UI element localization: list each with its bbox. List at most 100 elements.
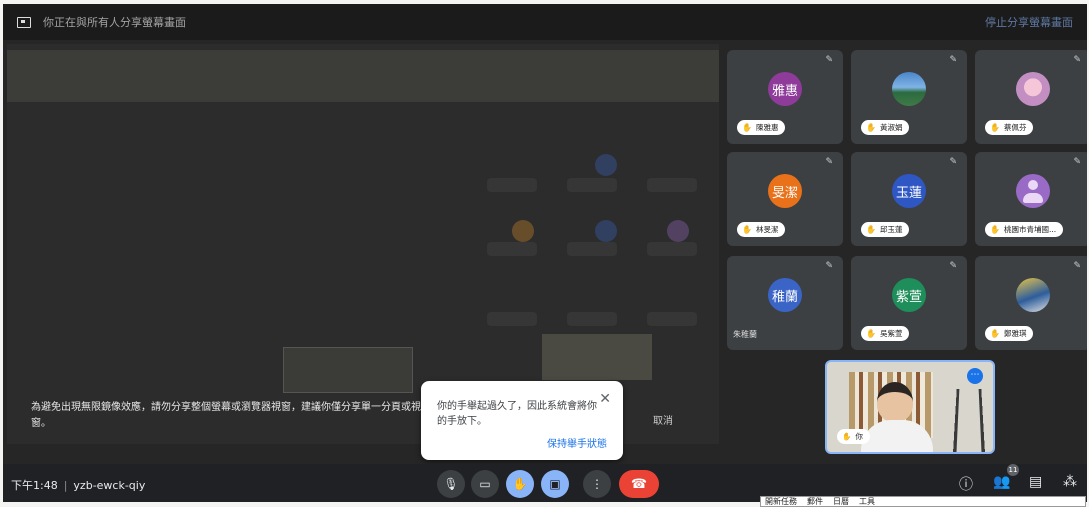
- mirror-tile: [647, 312, 697, 326]
- avatar: 紫萱: [892, 278, 926, 312]
- participant-name: 邱玉蓮: [879, 225, 903, 234]
- raised-hand-badge: ✋ 黃淑娟: [861, 120, 910, 135]
- mirror-self-view: [542, 334, 652, 380]
- participant-tile[interactable]: ✎ ✋ 蔡佩芬: [975, 50, 1087, 144]
- participant-count-badge: 11: [1007, 464, 1019, 476]
- taskbar-item[interactable]: 開新任務: [765, 496, 797, 507]
- participant-name: 鄭雅琪: [1003, 329, 1027, 338]
- avatar: [892, 72, 926, 106]
- pin-icon[interactable]: ✎: [1073, 157, 1081, 167]
- more-vert-icon: ⋮: [591, 477, 603, 491]
- divider: |: [63, 479, 68, 492]
- popup-message: 你的手舉起過久了，因此系統會將你的手放下。: [437, 401, 597, 427]
- hand-icon: ✋: [990, 225, 1000, 234]
- pin-icon[interactable]: ✎: [825, 261, 833, 271]
- default-avatar-icon: [1016, 174, 1050, 208]
- pin-icon[interactable]: ✎: [1073, 55, 1081, 65]
- mirror-header-band: [7, 50, 719, 102]
- avatar: 雅惠: [768, 72, 802, 106]
- chat-icon[interactable]: ▤: [1029, 474, 1042, 490]
- avatar: 旻潔: [768, 174, 802, 208]
- participant-tile[interactable]: ✎ ✋ 鄭雅琪: [975, 256, 1087, 350]
- stop-sharing-button[interactable]: 停止分享螢幕畫面: [985, 14, 1073, 30]
- meet-window: 你正在與所有人分享螢幕畫面 停止分享螢幕畫面 為避免出現無限鏡像效應，請勿分享整…: [3, 4, 1087, 502]
- presenting-banner: 你正在與所有人分享螢幕畫面 停止分享螢幕畫面: [3, 4, 1087, 40]
- microphone-button[interactable]: 🎙: [437, 470, 465, 498]
- people-icon[interactable]: 👥: [993, 474, 1010, 490]
- participant-name: 吳紫萱: [879, 329, 903, 338]
- avatar: [1016, 278, 1050, 312]
- hand-icon: ✋: [866, 225, 876, 234]
- present-button[interactable]: ▣: [541, 470, 569, 498]
- pin-icon[interactable]: ✎: [949, 157, 957, 167]
- cancel-button[interactable]: 取消: [653, 412, 673, 427]
- self-video-face: [877, 382, 913, 422]
- mirror-tile: [567, 312, 617, 326]
- mirror-tile: [567, 178, 617, 192]
- os-taskbar: 開新任務 郵件 日曆 工具: [760, 496, 1086, 507]
- meeting-info: 下午1:48 | yzb-ewck-qiy: [11, 477, 145, 493]
- mirror-avatar: [595, 220, 617, 242]
- participant-tile[interactable]: ✎ ✋ 黃淑娟: [851, 50, 967, 144]
- mirror-avatar: [595, 154, 617, 176]
- raised-hand-badge: ✋ 桃園市青埔國...: [985, 222, 1064, 237]
- avatar: 玉蓮: [892, 174, 926, 208]
- raised-hand-badge: ✋ 蔡佩芬: [985, 120, 1034, 135]
- camera-button[interactable]: ▭: [471, 470, 499, 498]
- mirror-avatar: [667, 220, 689, 242]
- hand-icon: ✋: [866, 329, 876, 338]
- raised-hand-badge: ✋ 你: [837, 429, 870, 444]
- raised-hand-badge: ✋ 吳紫萱: [861, 326, 910, 341]
- avatar: 稚蘭: [768, 278, 802, 312]
- raised-hand-badge: ✋ 邱玉蓮: [861, 222, 910, 237]
- taskbar-item[interactable]: 日曆: [833, 496, 849, 507]
- hand-icon: ✋: [990, 123, 1000, 132]
- mirror-tile: [647, 178, 697, 192]
- mirror-tile: [487, 178, 537, 192]
- pin-icon[interactable]: ✎: [949, 55, 957, 65]
- tower-image: [952, 389, 986, 452]
- participant-name: 黃淑娟: [879, 123, 903, 132]
- mirror-tile: [487, 242, 537, 256]
- more-options-icon[interactable]: ⋯: [967, 368, 983, 384]
- hand-lowered-popup: 你的手舉起過久了，因此系統會將你的手放下。 ✕ 保持舉手狀態: [421, 381, 623, 460]
- camera-icon: ▭: [479, 477, 491, 491]
- mirror-dialog: [283, 347, 413, 393]
- participant-name: 蔡佩芬: [1003, 123, 1027, 132]
- meeting-code: yzb-ewck-qiy: [73, 479, 146, 492]
- hand-icon: ✋: [990, 329, 1000, 338]
- hand-icon: ✋: [842, 432, 852, 441]
- participant-tile[interactable]: ✎ 稚蘭 朱稚蘭: [727, 256, 843, 350]
- leave-call-button[interactable]: ☎: [619, 470, 659, 498]
- keep-hand-raised-button[interactable]: 保持舉手狀態: [547, 435, 607, 450]
- sharing-message: 你正在與所有人分享螢幕畫面: [43, 16, 186, 29]
- taskbar-item[interactable]: 工具: [859, 496, 875, 507]
- participant-tile[interactable]: ✎ 雅惠 ✋ 陳雅惠: [727, 50, 843, 144]
- pin-icon[interactable]: ✎: [949, 261, 957, 271]
- participant-tile[interactable]: ✎ ✋ 桃園市青埔國...: [975, 152, 1087, 246]
- participant-name: 朱稚蘭: [733, 330, 757, 339]
- more-options-button[interactable]: ⋮: [583, 470, 611, 498]
- participant-tile[interactable]: ✎ 玉蓮 ✋ 邱玉蓮: [851, 152, 967, 246]
- hand-icon: ✋: [512, 477, 528, 491]
- raised-hand-badge: ✋ 林旻潔: [737, 222, 786, 237]
- present-screen-icon: ▣: [549, 477, 561, 491]
- hand-icon: ✋: [742, 123, 752, 132]
- hand-icon: ✋: [742, 225, 752, 234]
- pin-icon[interactable]: ✎: [825, 55, 833, 65]
- taskbar-item[interactable]: 郵件: [807, 496, 823, 507]
- mic-icon: 🎙: [443, 477, 459, 491]
- avatar: [1016, 72, 1050, 106]
- self-view-tile[interactable]: ⋯ ✋ 你: [825, 360, 995, 454]
- participant-tile[interactable]: ✎ 旻潔 ✋ 林旻潔: [727, 152, 843, 246]
- activities-icon[interactable]: ⁂: [1063, 474, 1077, 490]
- info-icon[interactable]: ⓘ: [959, 474, 973, 494]
- mirror-tile: [487, 312, 537, 326]
- present-screen-icon: [17, 16, 31, 28]
- participant-name: 陳雅惠: [755, 123, 779, 132]
- raise-hand-button[interactable]: ✋: [506, 470, 534, 498]
- pin-icon[interactable]: ✎: [825, 157, 833, 167]
- close-icon[interactable]: ✕: [599, 391, 611, 407]
- pin-icon[interactable]: ✎: [1073, 261, 1081, 271]
- participant-tile[interactable]: ✎ 紫萱 ✋ 吳紫萱: [851, 256, 967, 350]
